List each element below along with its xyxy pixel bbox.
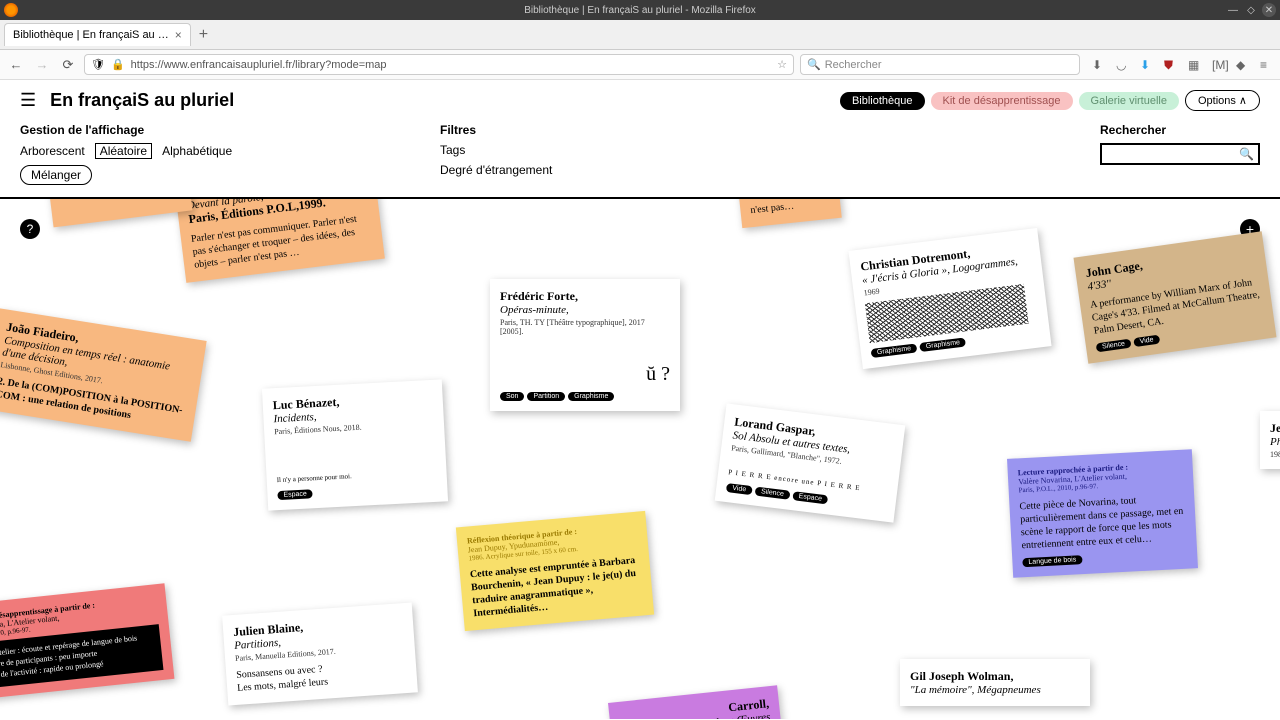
downloads-icon[interactable]: ⬇ [1140, 58, 1154, 72]
opt-arborescent[interactable]: Arborescent [20, 144, 85, 158]
card-body: Cette analyse est empruntée à Barbara Bo… [469, 554, 643, 621]
card-fiadeiro[interactable]: João Fiadeiro, Composition en temps réel… [0, 308, 207, 442]
card-title: Pho [1270, 436, 1280, 448]
site-title: En françaiS au pluriel [50, 90, 234, 111]
browser-tabbar: Bibliothèque | En françaiS au … × + [0, 20, 1280, 50]
card-gaspar[interactable]: Lorand Gaspar, Sol Absolu et autres text… [715, 403, 906, 522]
os-titlebar: Bibliothèque | En françaiS au pluriel - … [0, 0, 1280, 20]
window-title: Bibliothèque | En françaiS au pluriel - … [524, 5, 756, 16]
filter-degree[interactable]: Degré d'étrangement [440, 163, 980, 177]
minimize-icon[interactable]: — [1226, 3, 1240, 17]
card-blaine[interactable]: Julien Blaine, Partitions, Paris, Manuel… [222, 602, 418, 705]
card-carroll[interactable]: Carroll, dans Œuvres [608, 685, 782, 719]
card-canvas[interactable]: ? + − Devant la parole, Paris, Éditions … [0, 199, 1280, 719]
firefox-icon [4, 3, 18, 17]
pocket-icon[interactable]: ◡ [1116, 58, 1130, 72]
tab-title: Bibliothèque | En françaiS au … [13, 29, 169, 41]
tag[interactable]: Son [500, 392, 524, 401]
card-novarina-blue[interactable]: Lecture rapprochée à partir de : Valère … [1007, 449, 1198, 578]
tag[interactable]: Graphisme [871, 343, 918, 358]
search-input[interactable]: 🔍 [1100, 143, 1260, 165]
card-author: Gil Joseph Wolman, [910, 669, 1080, 684]
nav-options[interactable]: Options ∧ [1185, 90, 1260, 111]
reload-button[interactable]: ⟳ [58, 57, 78, 73]
tab-close-icon[interactable]: × [175, 28, 182, 42]
hamburger-icon[interactable]: ☰ [20, 90, 36, 111]
tag[interactable]: Silence [755, 487, 791, 500]
filter-tags[interactable]: Tags [440, 143, 980, 157]
maximize-icon[interactable]: ◇ [1244, 3, 1258, 17]
card-forte[interactable]: Frédéric Forte, Opéras-minute, Paris, TH… [490, 279, 680, 411]
menu-icon[interactable]: ≡ [1260, 58, 1274, 72]
shuffle-button[interactable]: Mélanger [20, 165, 92, 185]
card-body: n'est pas… [750, 199, 831, 217]
ublock-icon[interactable]: ⛊ [1164, 58, 1178, 72]
extension2-icon[interactable]: [M] [1212, 58, 1226, 72]
filters-label: Filtres [440, 123, 980, 137]
card-note: Il n'y a personne pour moi. [277, 468, 437, 485]
search-icon: 🔍 [1239, 147, 1254, 161]
card-orange-right[interactable]: n'est pas… [738, 199, 842, 228]
browser-urlbar: ← → ⟳ 🛡 🔒 https://www.enfrancaisauplurie… [0, 50, 1280, 80]
nav-kit[interactable]: Kit de désapprentissage [931, 92, 1073, 110]
lock-icon: 🔒 [111, 58, 125, 71]
card-wolman[interactable]: Gil Joseph Wolman, "La mémoire", Mégapne… [900, 659, 1090, 706]
forward-button[interactable]: → [32, 57, 52, 72]
nav-gallery[interactable]: Galerie virtuelle [1079, 92, 1179, 110]
card-body: Sonsansens ou avec ? Les mots, malgré le… [236, 657, 407, 695]
tag[interactable]: Partition [527, 392, 565, 401]
search-label: Rechercher [1100, 123, 1260, 137]
tag[interactable]: Silence [1096, 339, 1132, 353]
card-pub: Paris, TH. TY [Théâtre typographique], 2… [500, 318, 670, 336]
new-tab-button[interactable]: + [199, 26, 208, 44]
browser-search[interactable]: 🔍 Rechercher [800, 54, 1080, 75]
close-icon[interactable]: ✕ [1262, 3, 1276, 17]
download-icon[interactable]: ⬇ [1092, 58, 1106, 72]
nav-library[interactable]: Bibliothèque [840, 92, 925, 110]
address-bar[interactable]: 🛡 🔒 https://www.enfrancaisaupluriel.fr/l… [84, 54, 794, 75]
search-placeholder: Rechercher [825, 59, 882, 71]
display-label: Gestion de l'affichage [20, 123, 440, 137]
url-text: https://www.enfrancaisaupluriel.fr/libra… [131, 59, 387, 71]
tag[interactable]: Vide [726, 483, 753, 495]
card-dotremont[interactable]: Christian Dotremont, « J'écris à Gloria … [848, 228, 1051, 369]
opt-alphabetique[interactable]: Alphabétique [162, 144, 232, 158]
card-author: Jea [1270, 421, 1280, 436]
tag[interactable]: Espace [277, 489, 313, 500]
search-icon: 🔍 [807, 58, 821, 71]
controls-bar: Gestion de l'affichage Arborescent Aléat… [0, 115, 1280, 199]
tag[interactable]: Espace [792, 491, 828, 504]
card-novarina-top[interactable]: Devant la parole, Paris, Éditions P.O.L,… [175, 199, 385, 283]
card-title: "La mémoire", Mégapneumes [910, 684, 1080, 696]
card-cage[interactable]: John Cage, 4'33'' A performance by Willi… [1073, 231, 1276, 363]
help-button[interactable]: ? [20, 219, 40, 239]
card-dupuy[interactable]: Réflexion théorique à partir de : Jean D… [456, 511, 654, 631]
card-pub: 1981. [1270, 450, 1280, 459]
bookmark-star-icon[interactable]: ☆ [777, 58, 787, 71]
page-header: ☰ En françaiS au pluriel Bibliothèque Ki… [0, 80, 1280, 115]
tag[interactable]: Graphisme [919, 337, 966, 352]
card-jea[interactable]: Jea Pho 1981. [1260, 411, 1280, 469]
card-red[interactable]: outil de désapprentissage à partir de : … [0, 583, 174, 700]
card-benazet[interactable]: Luc Bénazet, Incidents, Paris, Éditions … [262, 379, 448, 510]
tag[interactable]: Vide [1133, 335, 1160, 348]
extension-icon[interactable]: ▦ [1188, 58, 1202, 72]
tag[interactable]: Langue de bois [1022, 555, 1082, 567]
card-orange-fragment[interactable] [47, 199, 192, 227]
card-author: Frédéric Forte, [500, 289, 670, 304]
card-title: Opéras-minute, [500, 304, 670, 316]
back-button[interactable]: ← [6, 57, 26, 72]
extension3-icon[interactable]: ◆ [1236, 58, 1250, 72]
opt-aleatoire[interactable]: Aléatoire [95, 143, 152, 159]
card-body: Cette pièce de Novarina, tout particuliè… [1019, 492, 1186, 553]
tag[interactable]: Graphisme [568, 392, 614, 401]
shield-icon: 🛡 [91, 58, 105, 71]
browser-tab[interactable]: Bibliothèque | En françaiS au … × [4, 23, 191, 46]
